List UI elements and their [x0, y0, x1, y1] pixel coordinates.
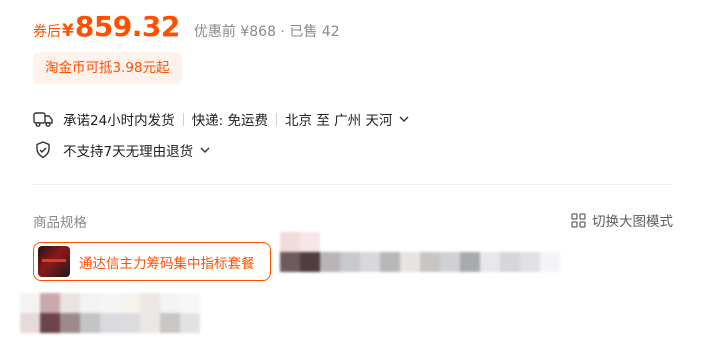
separator [182, 112, 184, 126]
switch-view-label: 切换大图模式 [592, 214, 673, 230]
shipping-row: 承诺24小时内发货 快递: 免运费 北京 至 广州 天河 [33, 108, 410, 130]
switch-view-button[interactable]: 切换大图模式 [571, 210, 673, 230]
price-meta: 优惠前 ¥868 · 已售 42 [193, 24, 340, 40]
price-amount: 859.32 [74, 10, 181, 43]
shipping-promise: 承诺24小时内发货 [63, 113, 175, 129]
currency-symbol: ¥ [62, 21, 74, 41]
sku-option-blurred[interactable] [20, 293, 200, 333]
price-row: 券后 ¥ 859.32 优惠前 ¥868 · 已售 42 [33, 10, 340, 43]
sku-thumbnail [38, 246, 70, 277]
truck-icon [33, 109, 53, 129]
price-prefix: 券后 [33, 24, 61, 40]
sku-label: 通达信主力筹码集中指标套餐 [79, 255, 255, 272]
sku-option-selected[interactable]: 通达信主力筹码集中指标套餐 [33, 242, 271, 281]
spec-title: 商品规格 [33, 215, 87, 231]
delivery-fee: 快递: 免运费 [191, 113, 269, 129]
divider [33, 184, 673, 185]
sku-option-blurred[interactable] [280, 232, 560, 272]
chevron-down-icon[interactable] [199, 146, 211, 154]
grid-icon [571, 212, 586, 228]
separator [276, 112, 278, 126]
shipping-route[interactable]: 北京 至 广州 天河 [285, 109, 392, 129]
chevron-down-icon[interactable] [398, 115, 410, 123]
returns-policy[interactable]: 不支持7天无理由退货 [63, 140, 193, 160]
returns-row: 不支持7天无理由退货 [33, 139, 211, 161]
coin-discount-tag[interactable]: 淘金币可抵3.98元起 [33, 52, 182, 84]
shield-hand-icon [33, 140, 53, 160]
